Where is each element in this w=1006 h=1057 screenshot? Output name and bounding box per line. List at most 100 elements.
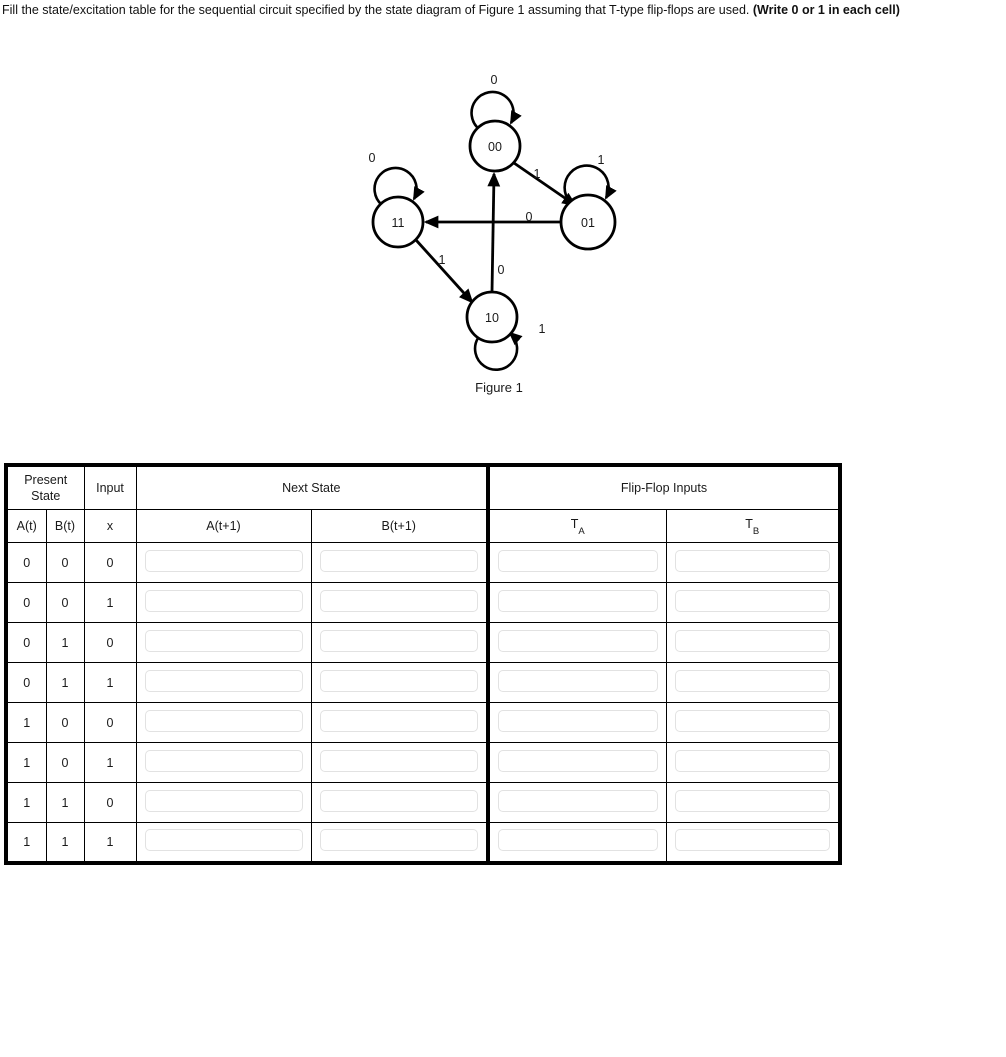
answer-input-b-next[interactable]: [319, 669, 478, 692]
answer-input-tb[interactable]: [674, 789, 830, 812]
answer-input-ta[interactable]: [498, 828, 658, 851]
answer-input-tb[interactable]: [674, 589, 830, 612]
cell-x: 1: [83, 822, 137, 863]
header-next-state: Next State: [135, 464, 489, 510]
figure-caption: Figure 1: [475, 380, 523, 395]
cell-ta: [486, 822, 667, 863]
self-loop-10-label: 1: [539, 322, 546, 336]
prompt-text: Fill the state/excitation table for the …: [2, 3, 753, 17]
self-loop-01-label: 1: [598, 153, 605, 167]
cell-ta: [486, 702, 667, 743]
cell-b-t: 1: [45, 662, 85, 703]
cell-ta: [486, 782, 667, 823]
answer-input-a-next[interactable]: [144, 629, 303, 652]
figure-caption-container: Figure 1: [0, 380, 1006, 395]
cell-b-next: [310, 822, 489, 863]
header-present-state-line1: Present: [24, 473, 68, 487]
cell-x: 0: [83, 782, 137, 823]
answer-input-tb[interactable]: [674, 629, 830, 652]
answer-input-tb[interactable]: [674, 669, 830, 692]
cell-b-t: 0: [45, 582, 85, 623]
answer-input-tb[interactable]: [674, 749, 830, 772]
cell-b-t: 0: [45, 702, 85, 743]
answer-input-tb[interactable]: [674, 549, 830, 572]
table-row: 1 1 1: [5, 822, 841, 863]
cell-x: 0: [83, 702, 137, 743]
answer-input-tb[interactable]: [674, 709, 830, 732]
cell-a-next: [135, 622, 312, 663]
answer-input-b-next[interactable]: [319, 629, 478, 652]
cell-a-next: [135, 702, 312, 743]
header-flip-flop-inputs: Flip-Flop Inputs: [486, 464, 841, 510]
answer-input-a-next[interactable]: [144, 828, 303, 851]
answer-input-a-next[interactable]: [144, 669, 303, 692]
cell-a-t: 1: [5, 782, 47, 823]
self-loop-11-label: 0: [369, 151, 376, 165]
answer-input-a-next[interactable]: [144, 749, 303, 772]
answer-input-b-next[interactable]: [319, 789, 478, 812]
answer-input-tb[interactable]: [674, 828, 830, 851]
cell-a-next: [135, 582, 312, 623]
state-node-00: 00: [468, 119, 522, 173]
header-present-state-line2: State: [31, 489, 61, 503]
answer-input-b-next[interactable]: [319, 749, 478, 772]
answer-input-b-next[interactable]: [319, 709, 478, 732]
state-node-00-label: 00: [488, 140, 502, 154]
state-node-10-label: 10: [485, 311, 499, 325]
answer-input-ta[interactable]: [498, 789, 658, 812]
cell-a-t: 1: [5, 822, 47, 863]
state-node-11: 11: [371, 195, 425, 249]
edge-11-to-10-label: 1: [439, 253, 446, 267]
self-loop-00-label: 0: [491, 73, 498, 87]
state-node-01-label: 01: [581, 216, 595, 230]
header-ta: TA: [486, 509, 667, 543]
cell-tb: [665, 742, 841, 783]
cell-a-next: [135, 822, 312, 863]
answer-input-ta[interactable]: [498, 589, 658, 612]
cell-a-t: 1: [5, 702, 47, 743]
answer-input-ta[interactable]: [498, 629, 658, 652]
cell-a-t: 0: [5, 662, 47, 703]
cell-ta: [486, 662, 667, 703]
cell-b-next: [310, 702, 489, 743]
excitation-table-container: Present State Input Next State Flip-Flop…: [4, 463, 842, 865]
cell-ta: [486, 742, 667, 783]
cell-x: 1: [83, 742, 137, 783]
cell-a-t: 0: [5, 542, 47, 583]
cell-ta: [486, 622, 667, 663]
state-diagram: 00 11 01 10 0 0 1 1 1 0 1 0: [369, 73, 617, 371]
cell-b-next: [310, 742, 489, 783]
cell-a-next: [135, 782, 312, 823]
cell-a-next: [135, 742, 312, 783]
answer-input-a-next[interactable]: [144, 549, 303, 572]
answer-input-b-next[interactable]: [319, 549, 478, 572]
header-a-t-plus-1: A(t+1): [135, 509, 312, 543]
state-node-01: 01: [559, 193, 617, 251]
cell-a-t: 0: [5, 622, 47, 663]
answer-input-a-next[interactable]: [144, 709, 303, 732]
cell-tb: [665, 782, 841, 823]
table-row: 1 0 1: [5, 742, 841, 783]
answer-input-ta[interactable]: [498, 549, 658, 572]
answer-input-a-next[interactable]: [144, 589, 303, 612]
cell-a-next: [135, 662, 312, 703]
answer-input-b-next[interactable]: [319, 589, 478, 612]
prompt-instruction-bold: (Write 0 or 1 in each cell): [752, 3, 900, 17]
answer-input-b-next[interactable]: [319, 828, 478, 851]
answer-input-a-next[interactable]: [144, 789, 303, 812]
table-row: 0 0 0: [5, 542, 841, 583]
cell-b-next: [310, 542, 489, 583]
table-row: 0 0 1: [5, 582, 841, 623]
answer-input-ta[interactable]: [498, 669, 658, 692]
cell-b-next: [310, 782, 489, 823]
cell-b-t: 1: [45, 782, 85, 823]
table-body: 0 0 0 0 0 1 0 1 0 0 1 1 1 0 0 1 0 1 1 1 …: [5, 542, 841, 863]
cell-b-next: [310, 662, 489, 703]
cell-ta: [486, 542, 667, 583]
answer-input-ta[interactable]: [498, 709, 658, 732]
cell-tb: [665, 582, 841, 623]
cell-b-next: [310, 582, 489, 623]
answer-input-ta[interactable]: [498, 749, 658, 772]
cell-a-next: [135, 542, 312, 583]
cell-x: 1: [83, 662, 137, 703]
